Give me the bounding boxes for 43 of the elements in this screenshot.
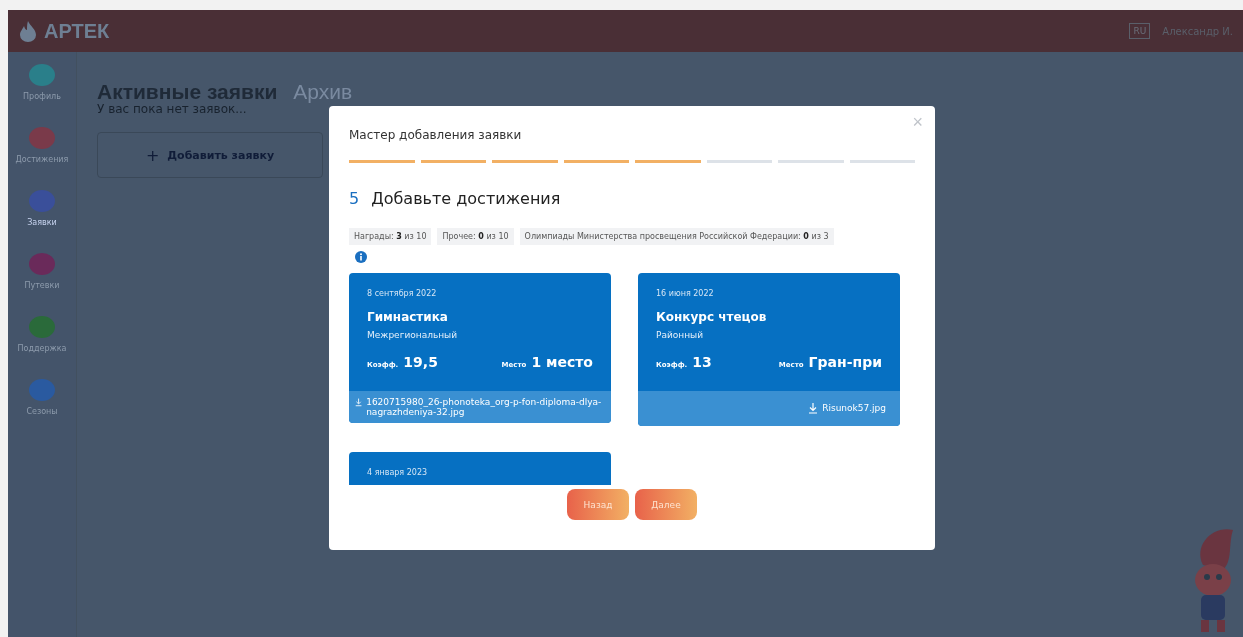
coefficient-value: 13 xyxy=(692,354,712,370)
close-button[interactable]: × xyxy=(912,112,923,133)
download-icon xyxy=(355,397,363,408)
flame-logo-icon xyxy=(18,20,38,42)
sidebar-icon[interactable] xyxy=(29,190,55,212)
add-request-button[interactable]: + Добавить заявку xyxy=(97,132,323,178)
counter-chip: Прочее: 0 из 10 xyxy=(437,228,514,245)
card-level: Межрегиональный xyxy=(367,330,459,340)
download-icon xyxy=(808,403,819,414)
sidebar-icon[interactable] xyxy=(29,127,55,149)
counter-chip: Награды: 3 из 10 xyxy=(349,228,432,245)
dialog-title: Мастер добавления заявки xyxy=(349,128,523,142)
empty-message: У вас пока нет заявок... xyxy=(97,102,248,116)
card-date: 4 января 2023 xyxy=(367,468,429,477)
card-title: Конкурс чтецов xyxy=(656,310,768,324)
coefficient-value: 19,5 xyxy=(403,354,438,370)
sidebar-icon[interactable] xyxy=(29,64,55,86)
sidebar-item[interactable]: Заявки xyxy=(27,218,57,227)
step-number: 5 xyxy=(349,189,360,208)
sidebar-icon[interactable] xyxy=(29,379,55,401)
file-link[interactable]: Risunok57.jpg xyxy=(808,403,886,414)
logo-text: АРТЕК xyxy=(44,19,110,43)
sidebar-icon[interactable] xyxy=(29,253,55,275)
nav-button[interactable]: Далее xyxy=(635,489,697,520)
sidebar-item[interactable]: Сезоны xyxy=(26,407,58,416)
step-title: Добавьте достижения xyxy=(371,189,561,208)
card-level: Районный xyxy=(656,330,705,340)
sidebar-item[interactable]: Профиль xyxy=(23,92,61,101)
achievement-card[interactable]: 4 января 2023 xyxy=(349,452,611,485)
place-value: 1 место xyxy=(531,354,593,370)
nav-button[interactable]: Назад xyxy=(567,489,629,520)
file-link[interactable]: 1620715980_26-phonoteka_org-p-fon-diploma-dlya-nagrazhdeniya-32.jpg xyxy=(355,397,605,417)
sidebar-item[interactable]: Достижения xyxy=(15,155,69,164)
card-date: 8 сентября 2022 xyxy=(367,289,438,298)
sidebar-item[interactable]: Поддержка xyxy=(17,344,67,353)
card-date: 16 июня 2022 xyxy=(656,289,715,298)
sidebar-icon[interactable] xyxy=(29,316,55,338)
card-title: Гимнастика xyxy=(367,310,449,324)
sidebar-item[interactable]: Путевки xyxy=(24,281,60,290)
place-value: Гран-при xyxy=(808,354,882,370)
counter-chip: Олимпиады Министерства просвещения Российской Федерации: 0 из 3 xyxy=(519,228,834,245)
info-icon[interactable] xyxy=(355,251,367,263)
language-button[interactable]: RU xyxy=(1129,23,1151,39)
